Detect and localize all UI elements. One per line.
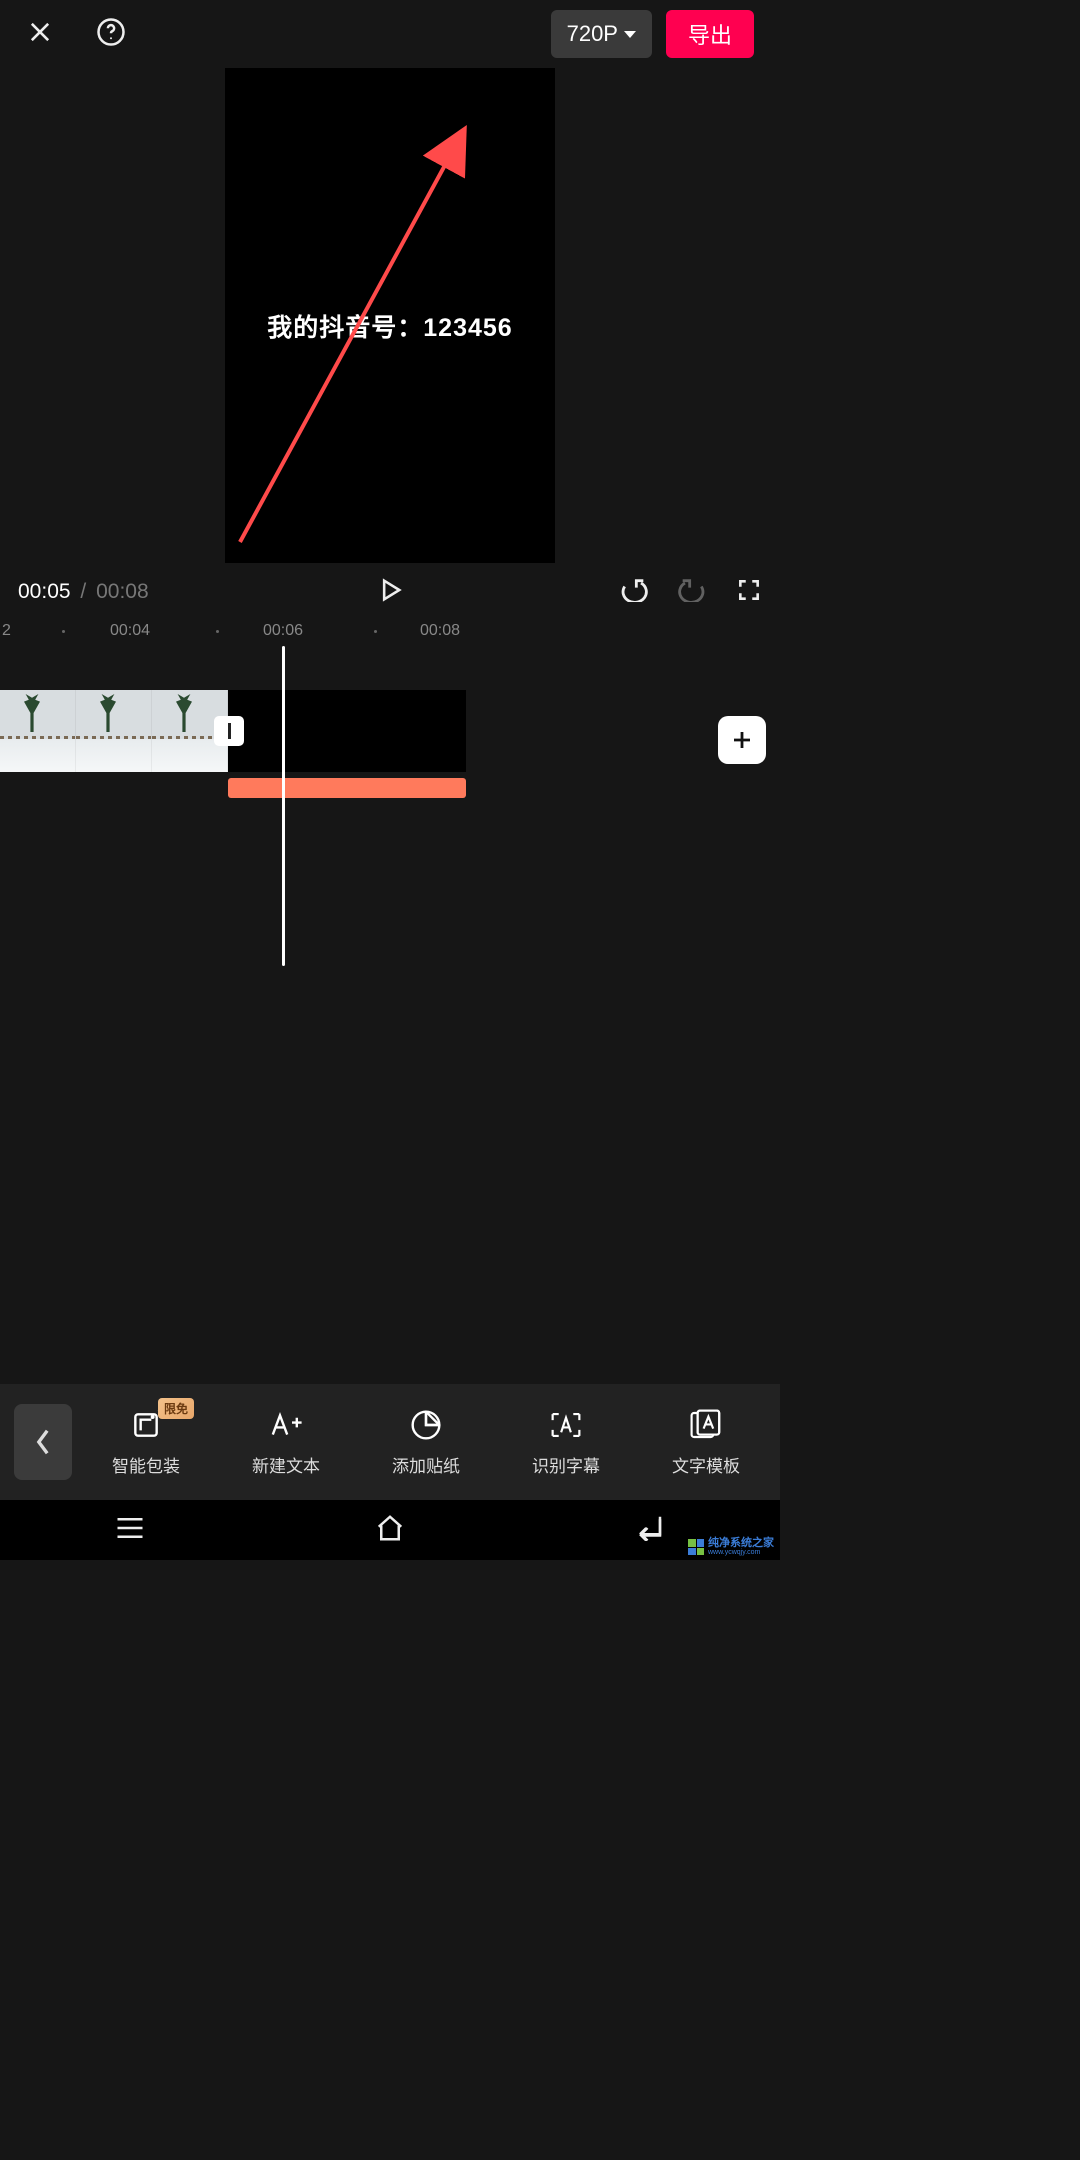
close-icon[interactable] [26, 18, 54, 51]
clip-thumbnail [0, 690, 76, 772]
ruler-dot [216, 630, 219, 633]
tool-label: 添加贴纸 [392, 1452, 460, 1477]
video-preview-area: 我的抖音号：123456 [0, 68, 780, 568]
playback-bar: 00:05 / 00:08 [0, 568, 780, 616]
playback-right-controls [620, 577, 762, 608]
timeline[interactable] [0, 646, 780, 966]
header-bar: 720P 导出 [0, 0, 780, 68]
video-overlay-text[interactable]: 我的抖音号：123456 [267, 308, 512, 344]
play-button[interactable] [376, 576, 404, 609]
tool-smart-template[interactable]: 限免 智能包装 [112, 1408, 180, 1477]
redo-button[interactable] [678, 578, 706, 607]
ruler-mark: 2 [2, 622, 11, 640]
undo-button[interactable] [620, 578, 648, 607]
sticker-icon [410, 1408, 442, 1442]
tool-label: 新建文本 [252, 1452, 320, 1477]
fullscreen-button[interactable] [736, 577, 762, 608]
transition-button[interactable] [214, 716, 244, 746]
nav-home-button[interactable] [375, 1514, 405, 1547]
export-label: 导出 [688, 23, 732, 48]
playhead[interactable] [282, 646, 285, 966]
clip-thumbnail [76, 690, 152, 772]
badge-free: 限免 [158, 1398, 194, 1419]
tool-label: 识别字幕 [532, 1452, 600, 1477]
tool-label: 文字模板 [672, 1452, 740, 1477]
watermark-name: 纯净系统之家 [708, 1538, 774, 1549]
nav-back-button[interactable] [635, 1515, 665, 1546]
timeline-tracks [0, 690, 780, 772]
watermark-url: www.ycwqjy.com [708, 1549, 774, 1556]
time-display: 00:05 / 00:08 [18, 580, 149, 604]
resolution-label: 720P [567, 21, 618, 47]
ruler-dot [62, 630, 65, 633]
ruler-mark: 00:06 [263, 622, 303, 640]
tool-label: 智能包装 [112, 1452, 180, 1477]
text-template-icon [688, 1408, 724, 1442]
back-button[interactable] [14, 1404, 72, 1480]
tool-new-text[interactable]: 新建文本 [252, 1408, 320, 1477]
tool-text-template[interactable]: 文字模板 [672, 1408, 740, 1477]
ruler-mark: 00:08 [420, 622, 460, 640]
total-time: 00:08 [96, 580, 149, 603]
help-icon[interactable] [96, 17, 126, 52]
tool-recognize-subtitle[interactable]: 识别字幕 [532, 1408, 600, 1477]
bottom-toolbar: 限免 智能包装 新建文本 添加贴纸 识别字幕 文字模板 [0, 1384, 780, 1500]
video-track[interactable] [0, 690, 780, 772]
current-time: 00:05 [18, 580, 71, 603]
system-navbar [0, 1500, 780, 1560]
nav-menu-button[interactable] [115, 1516, 145, 1545]
ruler-mark: 00:04 [110, 622, 150, 640]
video-clip[interactable] [0, 690, 228, 772]
tool-items: 限免 智能包装 新建文本 添加贴纸 识别字幕 文字模板 [72, 1408, 780, 1477]
add-clip-button[interactable] [718, 716, 766, 764]
time-separator: / [80, 580, 86, 603]
timeline-ruler[interactable]: 2 00:04 00:06 00:08 [0, 616, 780, 646]
watermark: 纯净系统之家 www.ycwqjy.com [688, 1538, 774, 1556]
black-clip[interactable] [228, 690, 466, 772]
tool-add-sticker[interactable]: 添加贴纸 [392, 1408, 460, 1477]
new-text-icon [268, 1408, 304, 1442]
header-right: 720P 导出 [551, 10, 754, 58]
subtitle-icon [549, 1408, 583, 1442]
watermark-logo-icon [688, 1539, 704, 1555]
chevron-down-icon [624, 31, 636, 38]
ruler-dot [374, 630, 377, 633]
text-track-clip[interactable] [228, 778, 466, 798]
resolution-button[interactable]: 720P [551, 10, 652, 58]
export-button[interactable]: 导出 [666, 10, 754, 58]
video-canvas[interactable]: 我的抖音号：123456 [225, 68, 555, 563]
